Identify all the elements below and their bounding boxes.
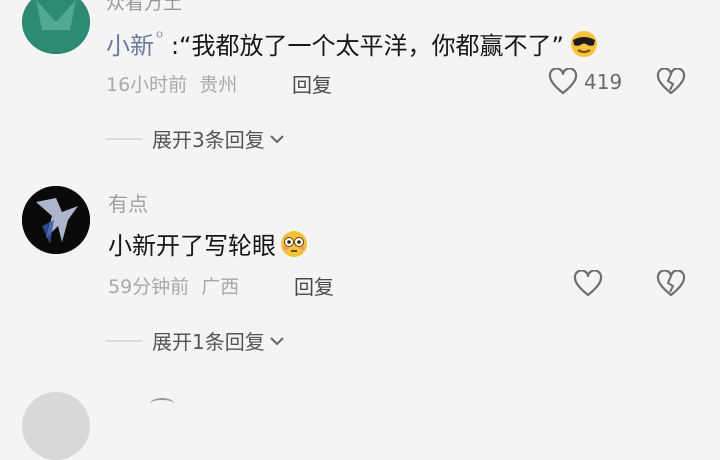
comment-text: 小新开了写轮眼 bbox=[108, 232, 276, 260]
expand-replies-button[interactable]: 展开1条回复 bbox=[106, 326, 285, 355]
expand-replies-label: 展开3条回复 bbox=[152, 128, 265, 152]
like-button[interactable]: 419 bbox=[548, 68, 622, 96]
flushed-emoji-icon bbox=[280, 230, 308, 258]
comment-time: 16小时前 bbox=[106, 74, 188, 96]
heart-icon bbox=[548, 68, 578, 96]
comment-text: :“我都放了一个太平洋，你都赢不了” bbox=[170, 32, 564, 60]
like-count: 419 bbox=[584, 70, 623, 94]
reply-button[interactable]: 回复 bbox=[292, 69, 332, 98]
broken-heart-icon bbox=[656, 270, 686, 298]
author-name[interactable]: 有点 bbox=[108, 188, 148, 217]
divider-line bbox=[106, 137, 142, 140]
author-marker: ᴼ bbox=[156, 29, 163, 46]
comment-location: 广西 bbox=[201, 276, 240, 298]
avatar[interactable] bbox=[22, 0, 90, 54]
chevron-down-icon bbox=[269, 335, 285, 347]
avatar[interactable] bbox=[22, 392, 90, 460]
reply-button[interactable]: 回复 bbox=[294, 271, 334, 300]
comment-location: 贵州 bbox=[199, 74, 238, 96]
parent-author-name[interactable]: 众看万土 bbox=[106, 0, 182, 15]
partial-content bbox=[150, 398, 174, 410]
sunglasses-emoji-icon bbox=[570, 30, 598, 58]
dislike-button[interactable] bbox=[656, 270, 686, 298]
comment-meta: 16小时前 贵州 bbox=[106, 70, 237, 97]
chevron-down-icon bbox=[269, 133, 285, 145]
expand-replies-label: 展开1条回复 bbox=[152, 330, 265, 354]
avatar-image-icon bbox=[22, 0, 90, 54]
avatar[interactable] bbox=[22, 186, 90, 254]
dislike-button[interactable] bbox=[656, 68, 686, 96]
comment-text-row: 小新 ᴼ :“我都放了一个太平洋，你都赢不了” bbox=[106, 26, 598, 61]
comment-text-row: 小新开了写轮眼 bbox=[108, 226, 308, 261]
comment-meta: 59分钟前 广西 bbox=[108, 272, 239, 299]
like-button[interactable] bbox=[573, 270, 603, 298]
author-name[interactable]: 小新 bbox=[106, 26, 154, 61]
avatar-image-icon bbox=[22, 186, 90, 254]
comment-time: 59分钟前 bbox=[108, 276, 190, 298]
divider-line bbox=[106, 339, 142, 342]
broken-heart-icon bbox=[656, 68, 686, 96]
expand-replies-button[interactable]: 展开3条回复 bbox=[106, 124, 285, 153]
heart-icon bbox=[573, 270, 603, 298]
